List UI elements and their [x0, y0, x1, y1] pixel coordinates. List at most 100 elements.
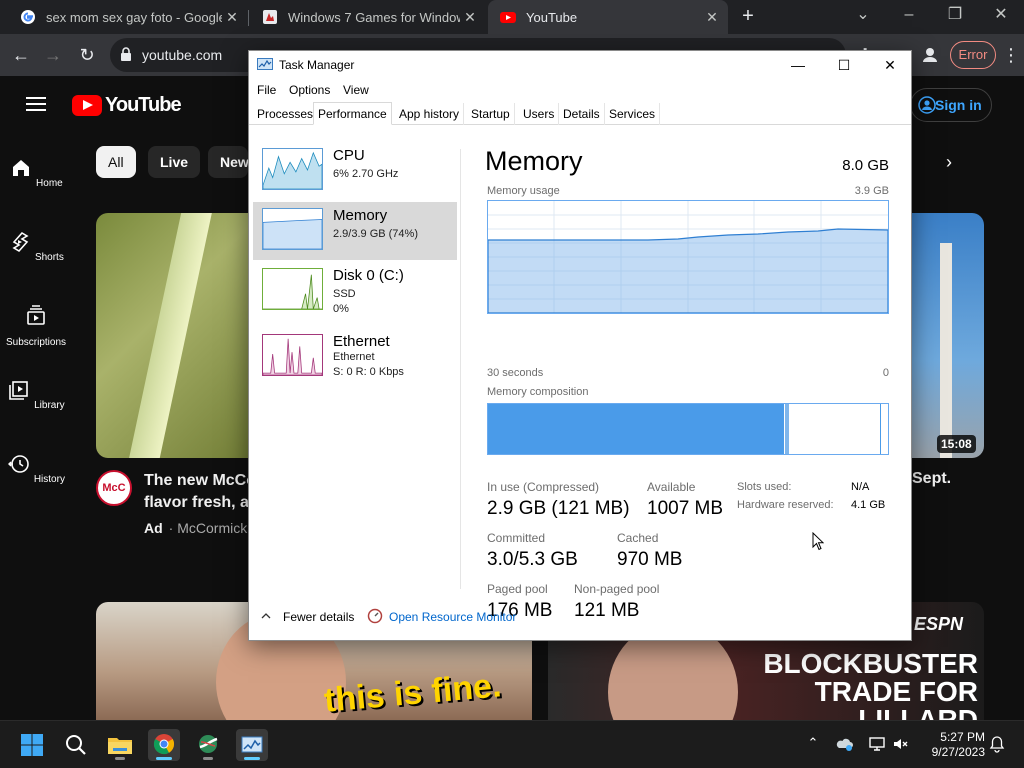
nav-library[interactable]: Library — [0, 378, 72, 411]
maximize-icon[interactable]: ☐ — [821, 51, 867, 79]
espn-logo: ESPN — [914, 614, 964, 634]
resource-detail: 6% 2.70 GHz — [333, 168, 399, 180]
video-title-line2[interactable]: flavor fresh, ar — [144, 494, 248, 512]
task-manager-icon — [257, 58, 273, 70]
nav-home[interactable]: Home — [0, 156, 72, 189]
stat-cached-value: 970 MB — [617, 549, 683, 570]
disk-mini-graph — [262, 268, 323, 310]
browser-tab-google-search[interactable]: sex mom sex gay foto - Google ✕ — [8, 0, 248, 34]
resource-disk[interactable]: Disk 0 (C:) SSD 0% — [253, 262, 457, 320]
memory-total: 8.0 GB — [842, 157, 889, 174]
resource-list: CPU 6% 2.70 GHz Memory 2.9/3.9 GB (74%) … — [249, 126, 461, 591]
tab-details[interactable]: Details — [559, 103, 605, 125]
resource-ethernet[interactable]: Ethernet Ethernet S: 0 R: 0 Kbps — [253, 328, 457, 386]
close-tab-icon[interactable]: ✕ — [222, 9, 242, 26]
new-tab-button[interactable]: + — [736, 4, 760, 28]
system-clock[interactable]: 5:27 PM 9/27/2023 — [915, 730, 985, 760]
graph-time-right: 0 — [882, 367, 889, 379]
reload-icon[interactable]: ↻ — [74, 42, 100, 68]
back-arrow-icon[interactable]: ← — [8, 42, 34, 68]
browser-tab-windows-games[interactable]: Windows 7 Games for Windows ✕ — [250, 0, 486, 34]
taskbar-chrome[interactable] — [148, 729, 180, 761]
video-title[interactable]: The new McCo — [144, 470, 248, 492]
nav-subscriptions[interactable]: Subscriptions — [0, 304, 72, 348]
chrome-menu-icon[interactable]: ⋮ — [998, 42, 1024, 68]
memory-details-panel: Memory 8.0 GB Memory usage 3.9 GB 30 sec… — [485, 126, 889, 621]
history-icon — [8, 455, 29, 473]
resource-monitor-icon — [367, 608, 383, 624]
minimize-icon[interactable]: – — [886, 0, 932, 34]
account-circle-icon — [918, 96, 936, 114]
channel-avatar[interactable]: McC — [96, 470, 132, 506]
clock-date: 9/27/2023 — [931, 745, 985, 759]
resource-detail: 0% — [333, 303, 349, 315]
taskbar-app[interactable] — [192, 729, 224, 761]
tab-app-history[interactable]: App history — [395, 103, 465, 125]
stat-available-label: Available — [647, 480, 696, 494]
tab-search-icon[interactable]: ⌄ — [840, 0, 886, 34]
close-window-icon[interactable]: ✕ — [978, 0, 1024, 34]
chip-live[interactable]: Live — [148, 146, 201, 178]
taskbar-file-explorer[interactable] — [104, 729, 136, 761]
tab-services[interactable]: Services — [605, 103, 661, 125]
start-button[interactable] — [16, 729, 48, 761]
stat-slots-value: N/A — [851, 481, 870, 493]
resource-detail: Ethernet — [333, 351, 375, 363]
browser-tab-youtube[interactable]: YouTube ✕ — [488, 0, 728, 34]
forward-arrow-icon[interactable]: → — [40, 42, 66, 68]
minimize-icon[interactable]: — — [775, 51, 821, 79]
taskbar-task-manager[interactable] — [236, 729, 268, 761]
onedrive-icon[interactable] — [836, 735, 854, 753]
tab-processes[interactable]: Processes — [253, 103, 319, 125]
chip-all[interactable]: All — [96, 146, 136, 178]
chevron-up-icon[interactable]: ⌃ — [804, 735, 822, 753]
volume-muted-icon[interactable] — [892, 735, 910, 753]
cpu-mini-graph — [262, 148, 323, 190]
menu-file[interactable]: File — [257, 83, 276, 97]
memory-usage-graph — [487, 200, 889, 314]
tab-users[interactable]: Users — [519, 103, 560, 125]
close-tab-icon[interactable]: ✕ — [460, 9, 480, 26]
fewer-details-link[interactable]: Fewer details — [283, 610, 354, 624]
video-thumbnail[interactable] — [96, 213, 266, 458]
resource-cpu[interactable]: CPU 6% 2.70 GHz — [253, 142, 457, 200]
nav-history[interactable]: History — [0, 452, 72, 485]
hamburger-menu-icon[interactable] — [26, 97, 46, 111]
chevron-up-icon[interactable] — [261, 611, 271, 621]
restore-icon[interactable]: ❐ — [932, 0, 978, 34]
resource-detail: SSD — [333, 288, 356, 300]
nav-shorts[interactable]: Shorts — [0, 230, 72, 263]
network-icon[interactable] — [868, 735, 886, 753]
chevron-right-icon[interactable]: › — [946, 152, 952, 173]
tab-performance[interactable]: Performance — [313, 102, 392, 125]
composition-in-use — [488, 404, 784, 454]
profile-icon[interactable] — [917, 42, 943, 68]
menu-view[interactable]: View — [343, 83, 369, 97]
stat-committed-label: Committed — [487, 531, 546, 545]
video-title[interactable]: Sept. — [912, 470, 951, 488]
close-tab-icon[interactable]: ✕ — [702, 9, 722, 26]
tab-title: sex mom sex gay foto - Google — [46, 9, 222, 25]
page-favicon-icon — [263, 10, 277, 24]
memory-composition-bar — [487, 403, 889, 455]
subscriptions-icon — [27, 305, 45, 325]
menu-options[interactable]: Options — [289, 83, 330, 97]
open-resource-monitor-link[interactable]: Open Resource Monitor — [389, 610, 516, 624]
profile-error-button[interactable]: Error — [950, 41, 996, 69]
tab-separator — [248, 10, 249, 26]
video-duration: 15:08 — [937, 435, 976, 453]
title-bar[interactable]: Task Manager — ☐ ✕ — [249, 51, 911, 79]
graph-time-left: 30 seconds — [487, 367, 544, 379]
youtube-logo[interactable]: YouTube — [72, 94, 182, 116]
memory-composition-label: Memory composition — [487, 386, 589, 398]
stat-nonpaged-label: Non-paged pool — [574, 582, 660, 596]
chip-new[interactable]: New — [208, 146, 248, 178]
resource-memory[interactable]: Memory 2.9/3.9 GB (74%) — [253, 202, 457, 260]
stat-cached-label: Cached — [617, 531, 659, 545]
video-thumbnail[interactable] — [910, 213, 984, 458]
notification-bell-icon[interactable] — [988, 735, 1006, 753]
search-button[interactable] — [60, 729, 92, 761]
nav-label: History — [33, 474, 65, 485]
tab-startup[interactable]: Startup — [467, 103, 515, 125]
close-icon[interactable]: ✕ — [867, 51, 913, 79]
